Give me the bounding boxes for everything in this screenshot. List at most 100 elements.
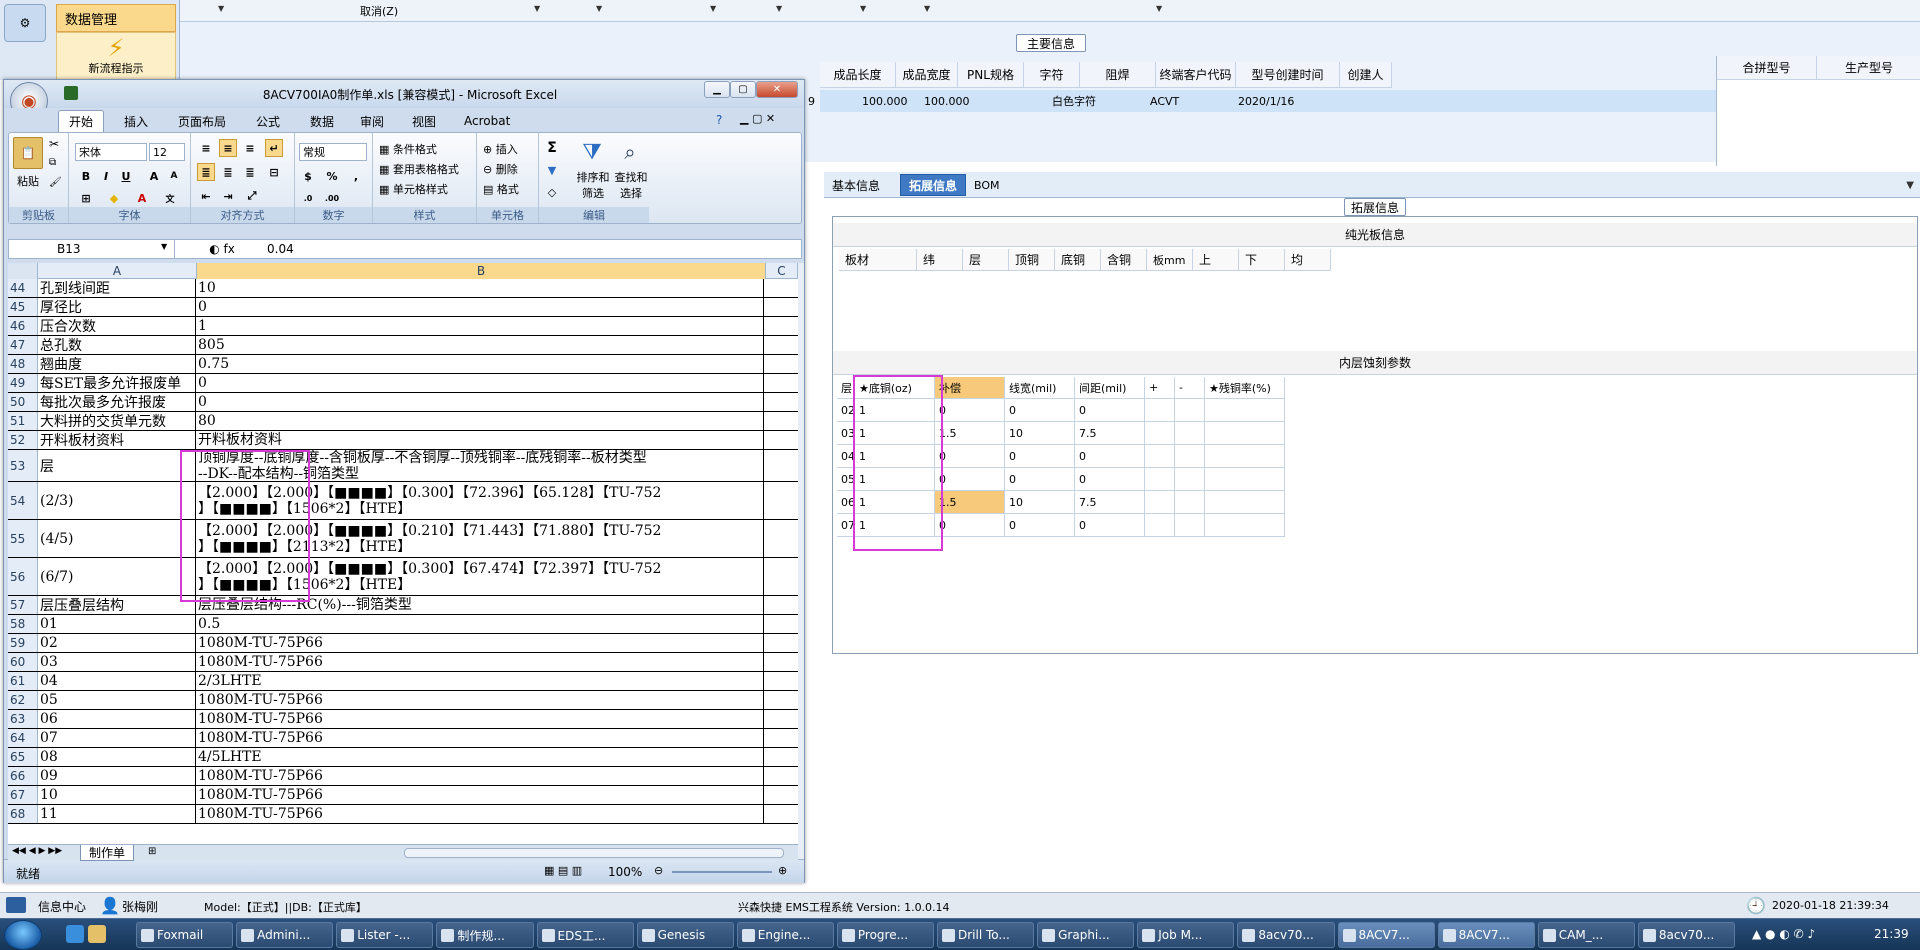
cell-b[interactable]: 1080M-TU-75P66 bbox=[196, 691, 764, 709]
col-header[interactable]: 上 bbox=[1193, 249, 1239, 271]
sheet-nav-icon[interactable]: ◀◀ ◀ ▶ ▶▶ bbox=[12, 846, 62, 856]
decrease-indent-icon[interactable]: ⇤ bbox=[197, 187, 215, 205]
col-header[interactable]: - bbox=[1175, 377, 1205, 399]
cell-a[interactable]: (2/3) bbox=[38, 482, 196, 519]
cell-c[interactable] bbox=[764, 805, 798, 823]
col-header[interactable]: 终端客户代码 bbox=[1156, 62, 1236, 88]
cell-b[interactable]: 0 bbox=[196, 393, 764, 411]
table-cell[interactable] bbox=[1175, 468, 1205, 491]
cancel-menu[interactable]: 取消(Z) bbox=[360, 3, 398, 19]
row-number[interactable]: 49 bbox=[8, 374, 38, 392]
table-cell[interactable] bbox=[1175, 491, 1205, 514]
cell-b[interactable]: 0.75 bbox=[196, 355, 764, 373]
format-cells-button[interactable]: ▤ 格式 bbox=[483, 181, 519, 197]
taskbar-button[interactable]: 制作规... bbox=[436, 922, 534, 948]
cell-c[interactable] bbox=[764, 520, 798, 557]
row-number[interactable]: 48 bbox=[8, 355, 38, 373]
decrease-decimal-icon[interactable]: .00 bbox=[323, 189, 341, 207]
row-number[interactable]: 65 bbox=[8, 748, 38, 766]
cell-lw[interactable]: 10 bbox=[1005, 422, 1075, 445]
cut-icon[interactable]: ✂ bbox=[49, 137, 59, 151]
comma-icon[interactable]: , bbox=[347, 167, 365, 185]
align-top-icon[interactable]: ≡ bbox=[197, 139, 215, 157]
cell-c[interactable] bbox=[764, 412, 798, 430]
column-header-a[interactable]: A bbox=[38, 263, 197, 279]
row-number[interactable]: 44 bbox=[8, 279, 38, 297]
cell-a[interactable]: (6/7) bbox=[38, 558, 196, 595]
select-all-corner[interactable] bbox=[8, 263, 38, 279]
cell-comp[interactable]: 0 bbox=[935, 514, 1005, 537]
col-header[interactable]: 板mm bbox=[1147, 249, 1193, 271]
cell-a[interactable]: 压合次数 bbox=[38, 317, 196, 335]
tab-home[interactable]: 开始 bbox=[58, 110, 105, 132]
cell-b[interactable]: 1080M-TU-75P66 bbox=[196, 805, 764, 823]
sort-filter-button[interactable]: 排序和筛选 bbox=[575, 169, 611, 201]
cell-b[interactable]: 0 bbox=[196, 298, 764, 316]
cell-a[interactable]: 每SET最多允许报废单 bbox=[38, 374, 196, 392]
name-box-dropdown-icon[interactable]: ▼ bbox=[161, 242, 167, 251]
col-header[interactable]: 含铜 bbox=[1101, 249, 1147, 271]
cell-c[interactable] bbox=[764, 298, 798, 316]
cell-a[interactable]: 10 bbox=[38, 786, 196, 804]
cell-b[interactable]: 805 bbox=[196, 336, 764, 354]
row-number[interactable]: 56 bbox=[8, 558, 38, 595]
cell-sp[interactable]: 7.5 bbox=[1075, 491, 1145, 514]
nav-item-data-management[interactable]: 数据管理 bbox=[56, 4, 176, 32]
cell-b[interactable]: 开料板材资料 bbox=[196, 431, 764, 449]
col-header[interactable]: 字符 bbox=[1024, 62, 1080, 88]
cell-a[interactable]: (4/5) bbox=[38, 520, 196, 557]
cell-lw[interactable]: 0 bbox=[1005, 445, 1075, 468]
tab-insert[interactable]: 插入 bbox=[114, 110, 158, 132]
app-logo-icon[interactable]: ⚙ bbox=[4, 4, 46, 42]
table-cell[interactable] bbox=[1205, 514, 1285, 537]
folder-icon[interactable] bbox=[88, 925, 106, 943]
grow-font-icon[interactable]: A bbox=[145, 167, 163, 185]
taskbar-button[interactable]: Progre... bbox=[836, 922, 934, 948]
underline-icon[interactable]: U bbox=[117, 167, 135, 185]
save-icon[interactable] bbox=[64, 86, 78, 100]
fill-color-icon[interactable]: ◆ bbox=[105, 189, 123, 207]
cell-c[interactable] bbox=[764, 279, 798, 297]
row-number[interactable]: 58 bbox=[8, 615, 38, 633]
autosum-icon[interactable]: Σ bbox=[543, 139, 561, 157]
row-number[interactable]: 61 bbox=[8, 672, 38, 690]
dropdown-arrow-icon[interactable]: ▼ bbox=[1156, 4, 1162, 13]
col-header[interactable]: 补偿 bbox=[935, 377, 1005, 399]
cell-c[interactable] bbox=[764, 748, 798, 766]
tab-formulas[interactable]: 公式 bbox=[246, 110, 290, 132]
cell-comp[interactable]: 0 bbox=[935, 445, 1005, 468]
align-right-icon[interactable]: ≣ bbox=[241, 163, 259, 181]
tab-bom[interactable]: BOM bbox=[966, 174, 1008, 196]
cell-b[interactable]: 0.5 bbox=[196, 615, 764, 633]
cell-c[interactable] bbox=[764, 393, 798, 411]
currency-icon[interactable]: $ bbox=[299, 167, 317, 185]
align-bottom-icon[interactable]: ≡ bbox=[241, 139, 259, 157]
find-select-button[interactable]: 查找和选择 bbox=[613, 169, 649, 201]
copy-icon[interactable]: ⧉ bbox=[49, 157, 56, 168]
view-buttons[interactable]: ▦ ▤ ▥ bbox=[544, 864, 582, 877]
cell-styles-button[interactable]: ▦ 单元格样式 bbox=[379, 181, 448, 197]
taskbar-button[interactable]: 8acv70... bbox=[1237, 922, 1335, 948]
col-header[interactable]: 顶铜 bbox=[1009, 249, 1055, 271]
name-box[interactable]: B13 bbox=[9, 240, 175, 258]
close-button[interactable]: ✕ bbox=[756, 81, 798, 98]
number-format-combo[interactable]: 常规 bbox=[299, 143, 367, 161]
cell-a[interactable]: 孔到线间距 bbox=[38, 279, 196, 297]
zoom-out-icon[interactable]: ⊖ bbox=[654, 864, 663, 877]
merge-model-header[interactable]: 合拼型号 bbox=[1717, 56, 1817, 80]
table-cell[interactable] bbox=[1205, 468, 1285, 491]
insert-sheet-icon[interactable]: ⊞ bbox=[148, 846, 156, 857]
table-cell[interactable] bbox=[1145, 468, 1175, 491]
cell-c[interactable] bbox=[764, 691, 798, 709]
formula-input[interactable]: 0.04 bbox=[267, 240, 294, 258]
cell-c[interactable] bbox=[764, 374, 798, 392]
cell-a[interactable]: 层压叠层结构 bbox=[38, 596, 196, 614]
col-header[interactable]: 创建人 bbox=[1340, 62, 1392, 88]
tab-review[interactable]: 审阅 bbox=[350, 110, 394, 132]
cell-c[interactable] bbox=[764, 729, 798, 747]
cell-c[interactable] bbox=[764, 355, 798, 373]
italic-icon[interactable]: I bbox=[97, 167, 115, 185]
dropdown-arrow-icon[interactable]: ▼ bbox=[860, 4, 866, 13]
align-middle-icon[interactable]: ≡ bbox=[219, 139, 237, 157]
maximize-button[interactable]: ▢ bbox=[730, 81, 756, 98]
